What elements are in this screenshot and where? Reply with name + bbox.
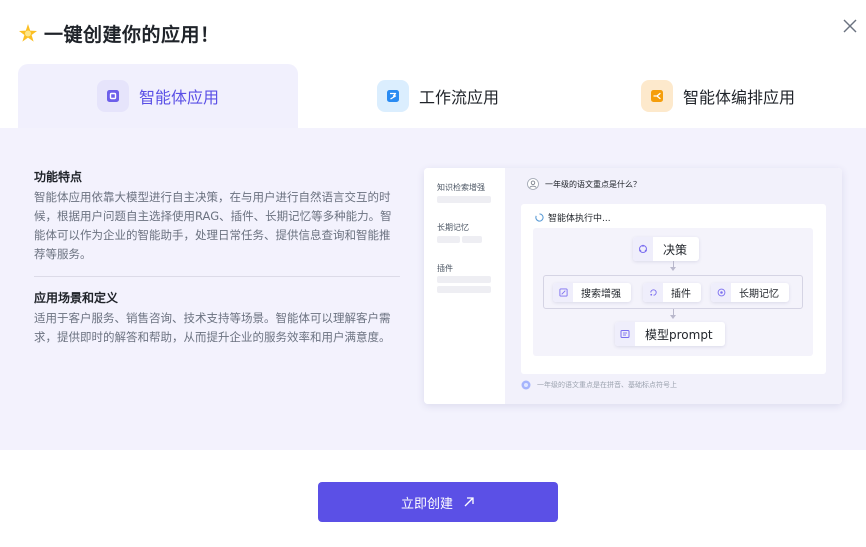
node-long-term-memory: 长期记忆	[711, 283, 789, 302]
features-body: 智能体应用依靠大模型进行自主决策，在与用户进行自然语言交互的时候，根据用户问题自…	[34, 190, 392, 261]
app-type-tabs: 智能体应用 工作流应用 智能体编排应用	[18, 64, 866, 128]
memory-icon	[711, 283, 731, 302]
preview-answer-row: 一年级的语文重点是在拼音、基础标点符号上	[521, 380, 826, 390]
search-enhance-icon	[553, 283, 573, 302]
section-divider	[34, 276, 400, 277]
connector-arrow	[670, 315, 676, 319]
tab-workflow-app[interactable]: 工作流应用	[338, 64, 538, 128]
placeholder-bar	[437, 196, 491, 203]
dialog-header: 一键创建你的应用！	[18, 20, 220, 46]
agent-app-icon	[96, 80, 129, 112]
scenarios-body: 适用于客户服务、销售咨询、技术支持等场景。智能体可以理解客户需求，提供即时的解答…	[34, 311, 391, 344]
tab-label: 智能体编排应用	[682, 88, 795, 107]
tab-agent-app[interactable]: 智能体应用	[18, 64, 298, 128]
plugin-icon	[643, 283, 663, 302]
close-icon	[843, 19, 857, 33]
node-label: 搜索增强	[581, 289, 621, 300]
tab-label: 工作流应用	[418, 88, 499, 107]
loading-icon	[535, 213, 544, 222]
answer-text: 一年级的语文重点是在拼音、基础标点符号上	[537, 381, 677, 389]
bot-avatar-icon	[521, 380, 531, 390]
scenarios-title: 应用场景和定义	[34, 291, 119, 305]
prompt-icon	[615, 322, 635, 346]
user-icon	[527, 178, 539, 190]
placeholder-bar	[462, 236, 482, 243]
node-model-prompt: 模型prompt	[615, 322, 725, 346]
preview-user-question: 一年级的语文重点是什么？	[527, 178, 641, 190]
preview-sidebar-item: 知识检索增强	[437, 183, 485, 192]
preview-sidebar: 知识检索增强 长期记忆 插件	[424, 168, 505, 404]
node-label: 插件	[671, 289, 691, 300]
node-label: 决策	[663, 242, 688, 257]
create-now-button[interactable]: 立即创建	[318, 482, 558, 522]
decision-icon	[633, 237, 653, 261]
close-button[interactable]	[840, 16, 860, 36]
features-title: 功能特点	[34, 170, 83, 184]
dialog-title: 一键创建你的应用！	[44, 23, 220, 46]
node-label: 长期记忆	[739, 289, 779, 300]
placeholder-bar	[437, 236, 460, 243]
question-text: 一年级的语文重点是什么？	[545, 179, 641, 189]
tab-label: 智能体应用	[138, 88, 219, 107]
tab-orchestration-app[interactable]: 智能体编排应用	[618, 64, 818, 128]
execution-status-text: 智能体执行中...	[548, 214, 611, 224]
execution-status: 智能体执行中...	[535, 211, 611, 224]
orchestration-app-icon	[640, 80, 673, 112]
preview-execution-card: 智能体执行中... 决策 搜索增强 插件 长期记忆 模型prompt	[521, 204, 826, 374]
create-app-dialog: 一键创建你的应用！ 智能体应用 工作流应用 智能体编排应用 功能特点 智能体应用…	[0, 0, 866, 547]
workflow-app-icon	[376, 80, 409, 112]
sparkle-icon	[18, 23, 38, 43]
node-label: 模型prompt	[645, 327, 713, 342]
node-plugin: 插件	[643, 283, 701, 302]
preview-chat-area: 一年级的语文重点是什么？ 智能体执行中... 决策 搜索增强 插件 长期记忆 模…	[505, 168, 842, 404]
arrow-up-right-icon	[464, 497, 474, 507]
agent-preview-illustration: 知识检索增强 长期记忆 插件 一年级的语文重点是什么？ 智能体执行中... 决策…	[424, 168, 842, 404]
preview-sidebar-item: 长期记忆	[437, 223, 469, 232]
create-button-label: 立即创建	[400, 496, 453, 512]
tab-content-panel: 功能特点 智能体应用依靠大模型进行自主决策，在与用户进行自然语言交互的时候，根据…	[0, 128, 866, 450]
connector-arrow	[670, 267, 676, 271]
node-decision: 决策	[633, 237, 700, 261]
placeholder-bar	[437, 276, 491, 283]
preview-sidebar-item: 插件	[437, 264, 453, 273]
description-block: 功能特点 智能体应用依靠大模型进行自主决策，在与用户进行自然语言交互的时候，根据…	[34, 168, 400, 347]
flow-diagram: 决策 搜索增强 插件 长期记忆 模型prompt	[533, 228, 813, 356]
placeholder-bar	[437, 286, 491, 293]
node-search-enhance: 搜索增强	[553, 283, 631, 302]
